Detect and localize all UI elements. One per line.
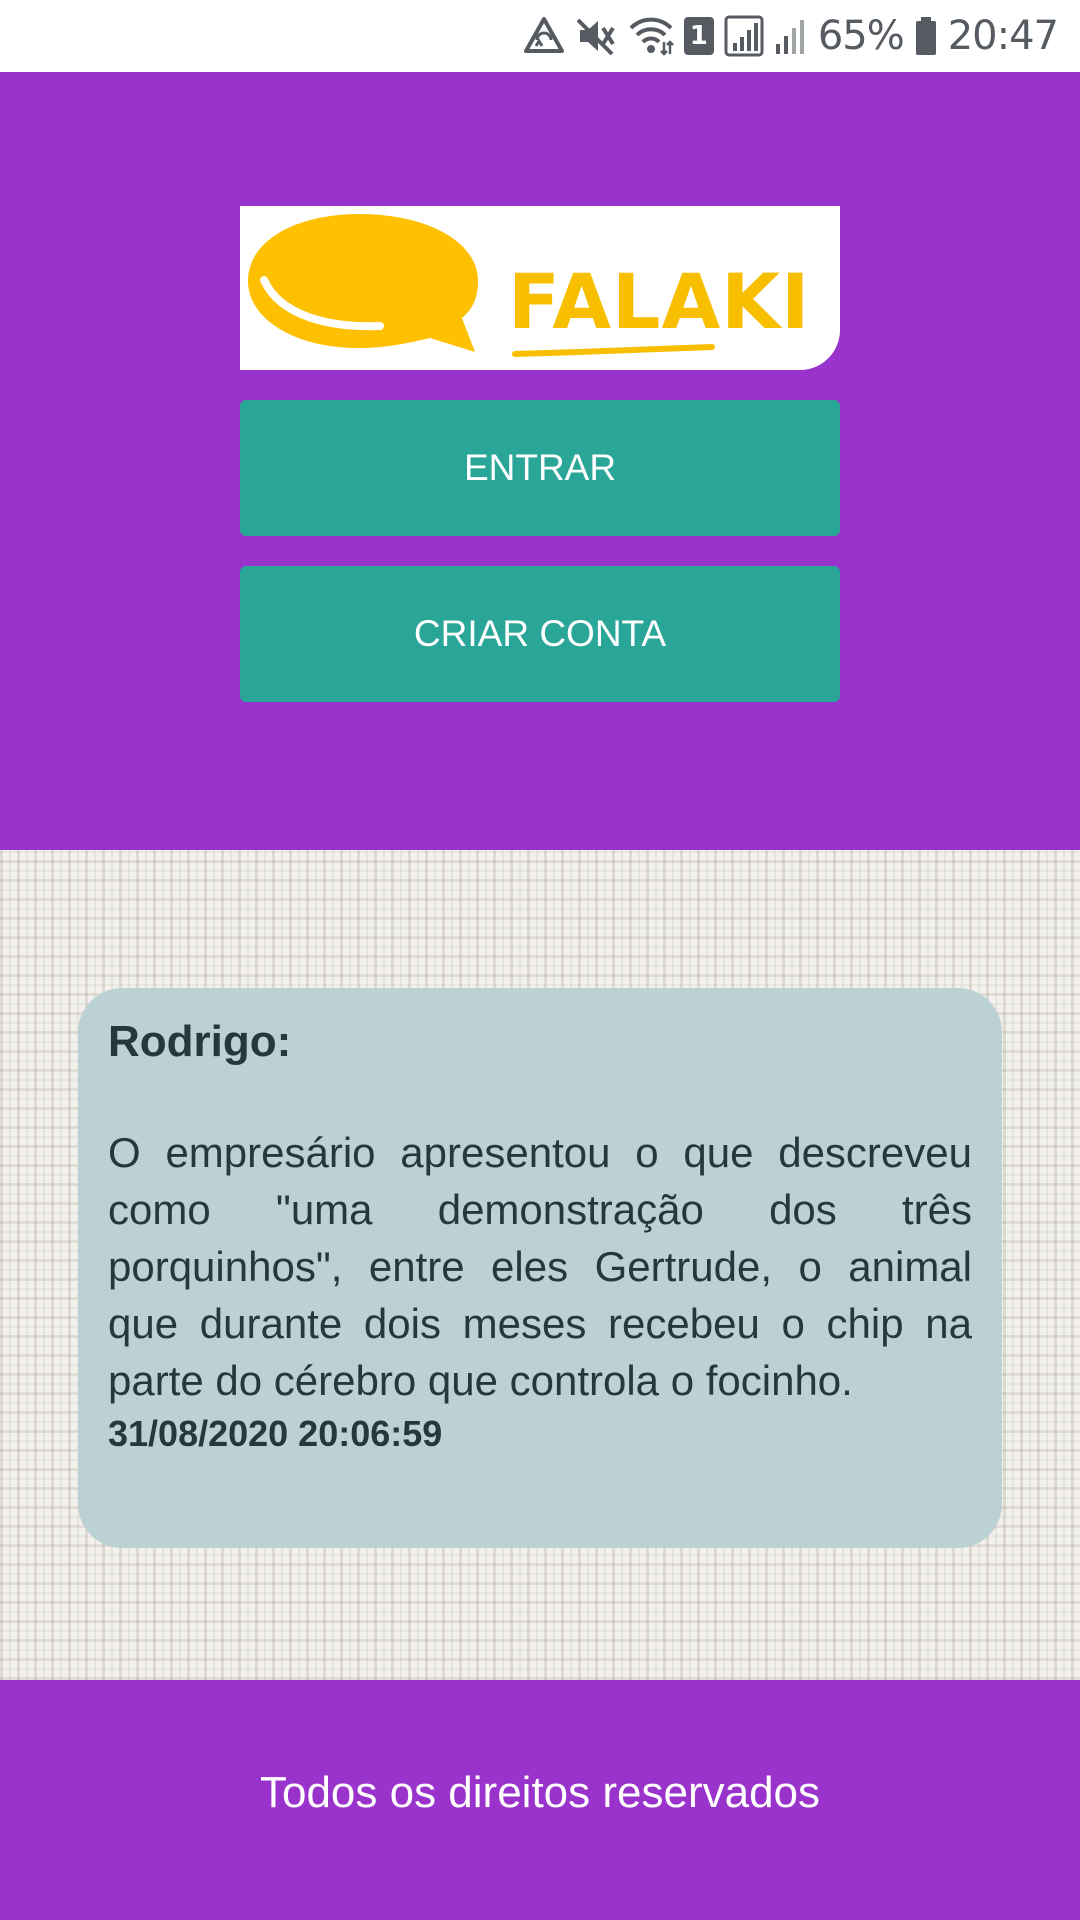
footer-copyright: Todos os direitos reservados	[259, 1768, 821, 1817]
wifi-icon	[628, 14, 674, 58]
clock: 20:47	[947, 13, 1059, 59]
criar-conta-button[interactable]: CRIAR CONTA	[240, 566, 840, 702]
message-area: Rodrigo: O empresário apresentou o que d…	[0, 850, 1080, 1680]
data-saver-icon	[522, 14, 566, 58]
signal-icon	[724, 14, 764, 58]
message-card: Rodrigo: O empresário apresentou o que d…	[78, 988, 1002, 1548]
footer: Todos os direitos reservados	[0, 1680, 1080, 1920]
status-bar: 1 65% 20:47	[0, 0, 1080, 72]
sim-slot-label: 1	[683, 17, 714, 55]
app-logo: FALAKI	[240, 206, 840, 370]
criar-conta-button-label: CRIAR CONTA	[413, 613, 667, 654]
sim-icon: 1	[683, 14, 714, 58]
message-text: O empresário apresentou o que descreveu …	[108, 1129, 972, 1404]
battery-icon	[914, 14, 938, 58]
entrar-button-label: ENTRAR	[463, 447, 617, 488]
logo-text: FALAKI	[508, 257, 811, 346]
header: FALAKI ENTRAR CRIAR CONTA	[0, 72, 1080, 850]
mute-icon	[576, 14, 618, 58]
battery-percent: 65%	[817, 13, 905, 59]
signal-icon-2	[774, 14, 808, 58]
message-timestamp: 31/08/2020 20:06:59	[108, 1413, 443, 1454]
message-author: Rodrigo:	[108, 1017, 292, 1066]
entrar-button[interactable]: ENTRAR	[240, 400, 840, 536]
